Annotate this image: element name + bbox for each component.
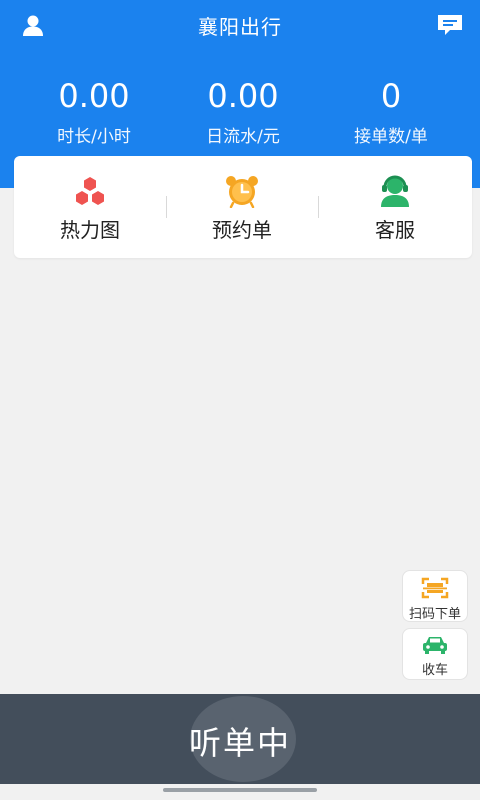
customer-service-icon (381, 175, 409, 207)
stat-orders: 0 接单数/单 (311, 76, 471, 147)
stat-duration-label: 时长/小时 (57, 127, 131, 147)
listen-label: 听单中 (188, 724, 291, 762)
reservation-button[interactable]: 预约单 (166, 156, 318, 258)
reservation-label: 预约单 (212, 218, 272, 242)
heatmap-icon (76, 177, 104, 205)
stop-service-label: 收车 (421, 663, 448, 678)
stat-orders-label: 接单数/单 (354, 127, 428, 147)
stat-revenue-value: 0.00 (207, 77, 279, 115)
stat-duration-value: 0.00 (58, 77, 130, 115)
heatmap-label: 热力图 (60, 218, 120, 242)
stat-revenue-label: 日流水/元 (206, 127, 280, 147)
stats-panel: 0.00 时长/小时 0.00 日流水/元 0 接单数/单 (0, 76, 480, 147)
quick-actions-card: 热力图 预约单 客服 (14, 156, 472, 258)
scan-order-label: 扫码下单 (408, 607, 461, 622)
heatmap-button[interactable]: 热力图 (14, 156, 166, 258)
home-indicator (163, 788, 317, 792)
top-bar: 襄阳出行 (0, 0, 480, 50)
stop-service-button[interactable]: 收车 (402, 628, 468, 680)
bottom-bar: 听单中 (0, 694, 480, 784)
stat-revenue: 0.00 日流水/元 (163, 76, 323, 147)
customer-service-button[interactable]: 客服 (319, 156, 471, 258)
alarm-clock-icon (226, 176, 258, 208)
customer-service-label: 客服 (375, 218, 415, 242)
car-icon (423, 637, 447, 654)
message-icon[interactable] (436, 12, 464, 38)
scan-order-button[interactable]: 扫码下单 (402, 570, 468, 622)
stat-duration: 0.00 时长/小时 (14, 76, 174, 147)
scan-icon (421, 577, 449, 599)
stat-orders-value: 0 (380, 77, 402, 115)
page-title: 襄阳出行 (198, 15, 282, 39)
